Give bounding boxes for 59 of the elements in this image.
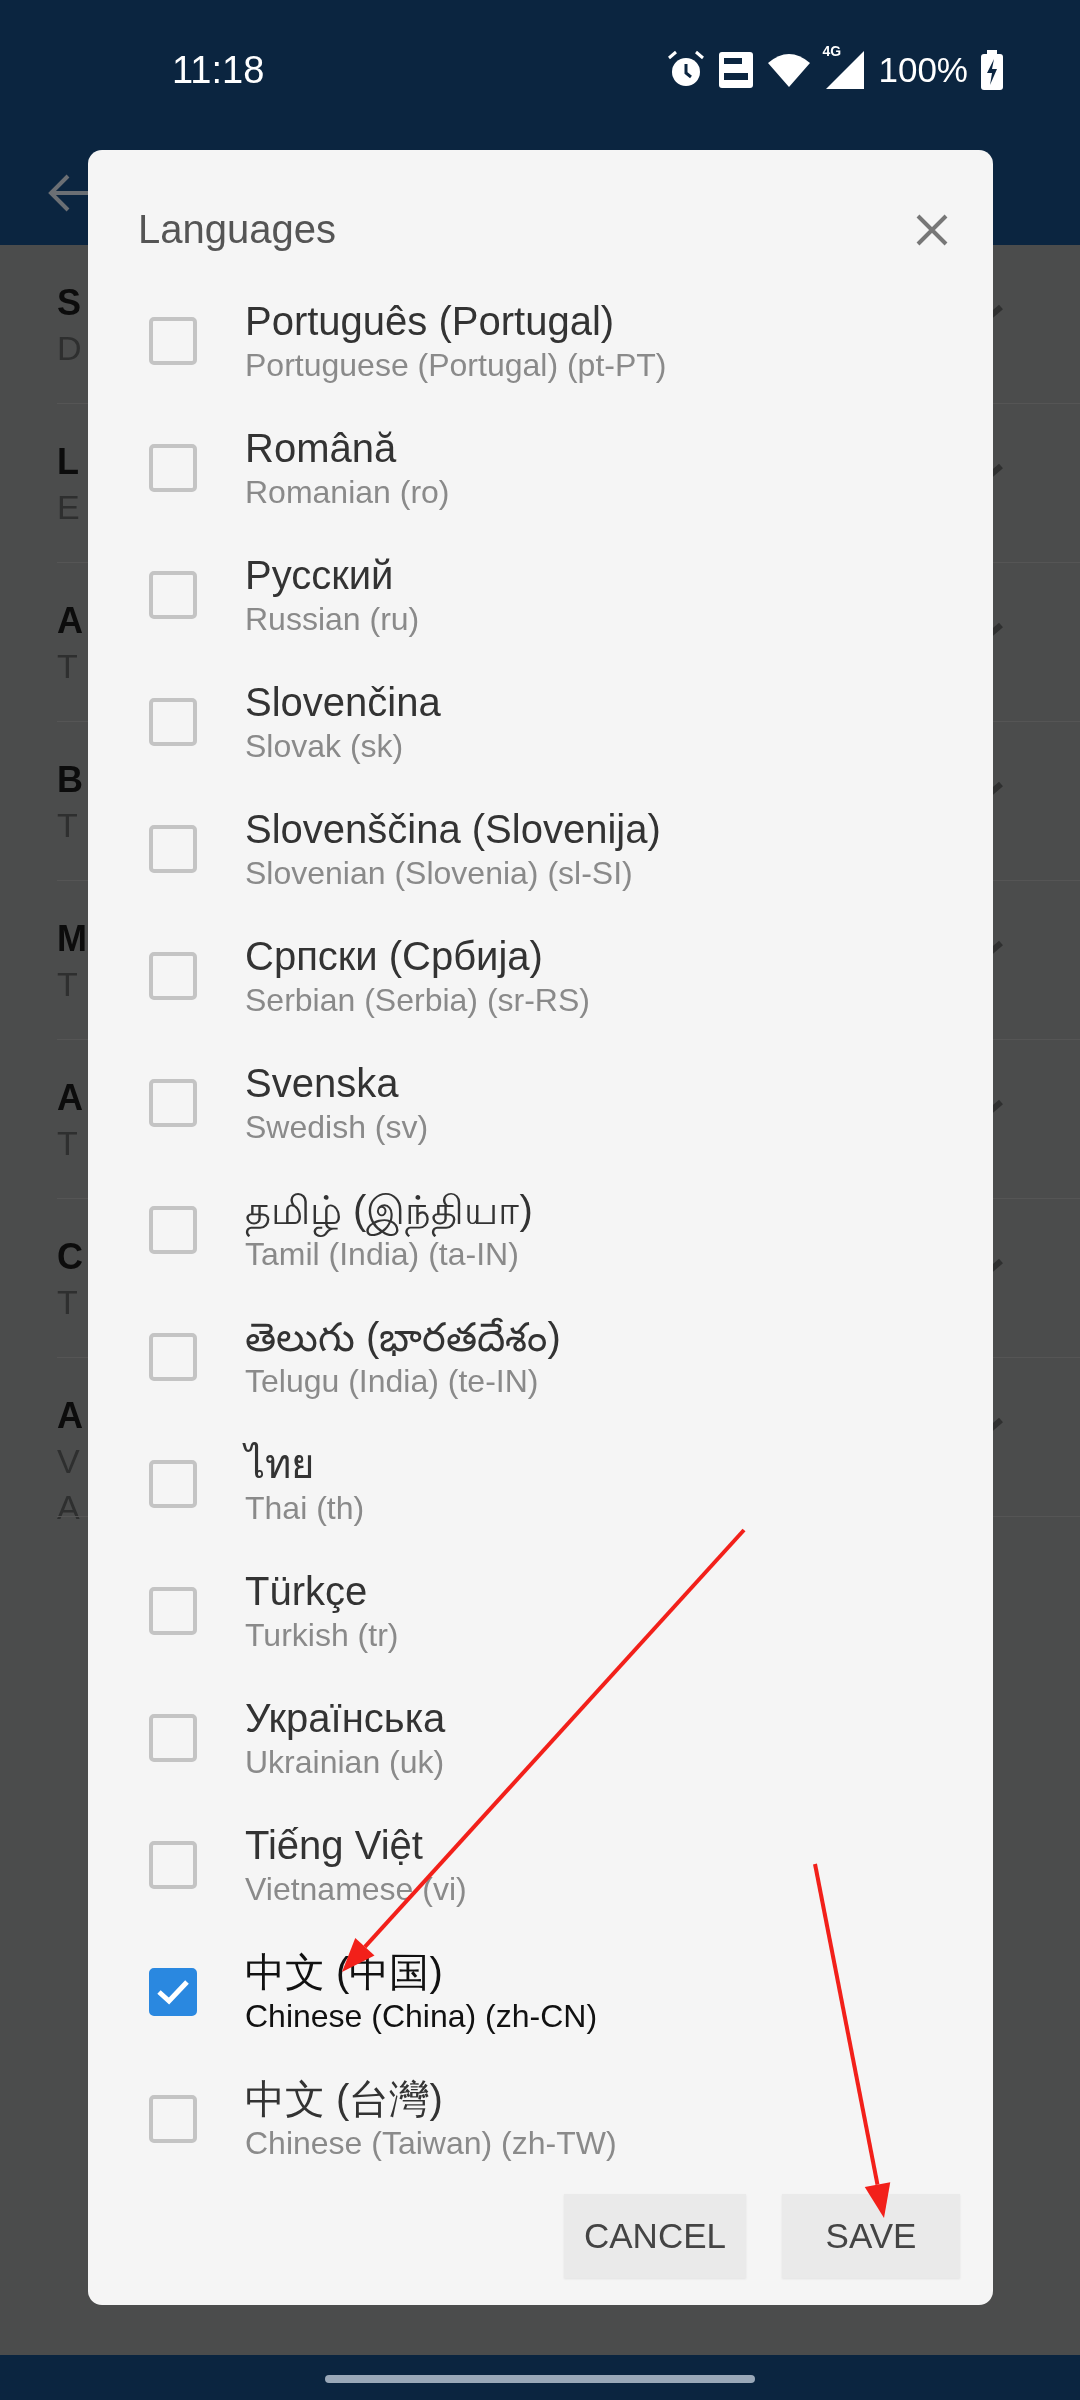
language-detail: Telugu (India) (te-IN) bbox=[245, 1361, 540, 1401]
language-detail: Romanian (ro) bbox=[245, 472, 450, 512]
setting-title: A bbox=[57, 1076, 83, 1120]
cancel-button[interactable]: CANCEL bbox=[564, 2194, 746, 2278]
language-detail: Thai (th) bbox=[245, 1488, 365, 1528]
checkbox[interactable] bbox=[149, 1713, 197, 1762]
language-detail: Turkish (tr) bbox=[245, 1615, 399, 1655]
language-name: Português (Portugal) bbox=[245, 297, 616, 345]
language-detail: Slovenian (Slovenia) (sl-SI) bbox=[245, 853, 634, 893]
language-name: Svenska bbox=[245, 1059, 400, 1107]
dialog-title: Languages bbox=[138, 207, 336, 252]
battery-charging-icon bbox=[980, 50, 1004, 90]
checkbox[interactable] bbox=[149, 824, 197, 873]
checkbox[interactable] bbox=[149, 697, 197, 746]
language-name: Tiếng Việt bbox=[245, 1821, 424, 1869]
setting-title: B bbox=[57, 758, 83, 802]
battery-percent: 100% bbox=[878, 50, 968, 90]
setting-title: M bbox=[57, 917, 87, 961]
setting-title: C bbox=[57, 1235, 83, 1279]
status-time: 11:18 bbox=[172, 48, 265, 92]
checkbox[interactable] bbox=[149, 1459, 197, 1508]
wifi-icon bbox=[766, 51, 813, 89]
home-indicator[interactable] bbox=[325, 2375, 755, 2383]
checkbox[interactable] bbox=[149, 316, 197, 365]
language-detail: Slovak (sk) bbox=[245, 726, 405, 766]
save-button[interactable]: SAVE bbox=[782, 2194, 960, 2278]
checkbox[interactable] bbox=[149, 443, 197, 492]
checkbox[interactable] bbox=[149, 951, 197, 1000]
setting-title: L bbox=[57, 440, 79, 484]
language-name: Русский bbox=[245, 551, 395, 599]
checkbox[interactable] bbox=[149, 1967, 197, 2016]
language-name: Türkçe bbox=[245, 1567, 369, 1615]
checkbox[interactable] bbox=[149, 1840, 197, 1889]
language-name: Slovenščina (Slovenija) bbox=[245, 805, 661, 853]
setting-title: A bbox=[57, 599, 83, 643]
language-detail: Serbian (Serbia) (sr-RS) bbox=[245, 980, 590, 1020]
language-detail: Ukrainian (uk) bbox=[245, 1742, 446, 1782]
network-label: 4G bbox=[822, 43, 842, 59]
setting-title: A bbox=[57, 1394, 83, 1438]
setting-title: S bbox=[57, 281, 81, 325]
language-detail: Chinese (Taiwan) (zh-TW) bbox=[245, 2123, 617, 2163]
checkbox[interactable] bbox=[149, 1205, 197, 1254]
checkbox[interactable] bbox=[149, 1586, 197, 1635]
language-name: Українська bbox=[245, 1694, 446, 1742]
language-name: Română bbox=[245, 424, 398, 472]
language-detail: Portuguese (Portugal) (pt-PT) bbox=[245, 345, 667, 385]
language-name: 中文 (台灣) bbox=[245, 2075, 444, 2123]
checkbox[interactable] bbox=[149, 2094, 197, 2143]
language-name: Slovenčina bbox=[245, 678, 441, 726]
language-name: Српски (Србија) bbox=[245, 932, 544, 980]
checkbox[interactable] bbox=[149, 570, 197, 619]
language-detail: Vietnamese (vi) bbox=[245, 1869, 467, 1909]
language-detail: Russian (ru) bbox=[245, 599, 420, 639]
language-detail: Swedish (sv) bbox=[245, 1107, 429, 1147]
close-icon bbox=[915, 212, 949, 247]
language-detail: Chinese (China) (zh-CN) bbox=[245, 1996, 598, 2036]
checkbox[interactable] bbox=[149, 1332, 197, 1381]
checkbox[interactable] bbox=[149, 1078, 197, 1127]
language-name: తెలుగు (భారతదేశం) bbox=[245, 1313, 561, 1361]
